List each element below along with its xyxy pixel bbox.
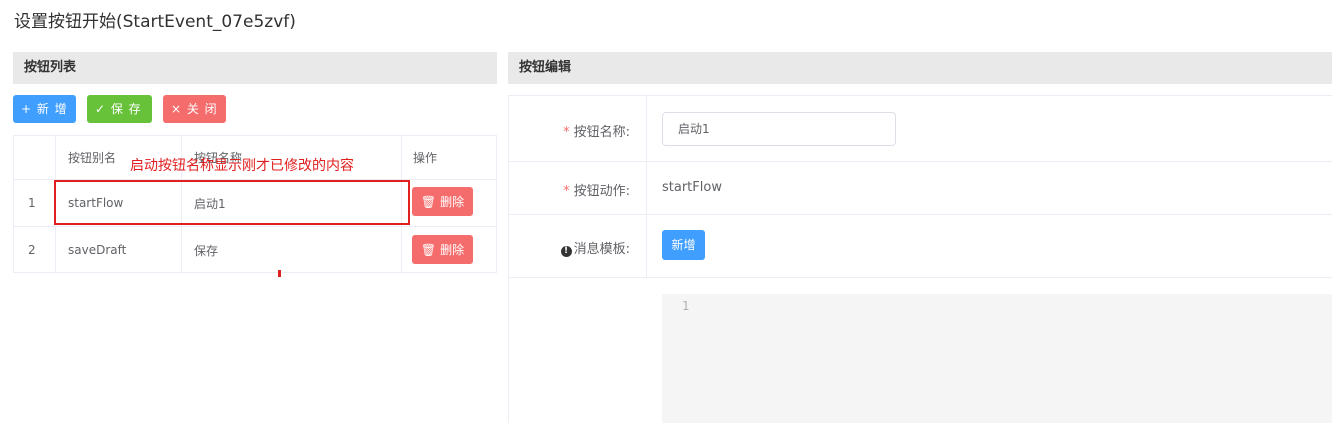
button-name-input[interactable]: 启动1 [662, 112, 896, 146]
button-list-header: 按钮列表 [13, 52, 497, 84]
trash-icon: 🗑 [420, 242, 437, 257]
message-template-label-text: 消息模板: [573, 242, 630, 257]
row-index: 1 [28, 196, 36, 210]
annotation-mark [278, 270, 281, 277]
message-template-label: ! 消息模板: [520, 238, 630, 257]
row-name[interactable]: 保存 [194, 227, 218, 273]
trash-icon: 🗑 [420, 194, 437, 209]
row-alias[interactable]: saveDraft [68, 227, 126, 273]
required-mark: * [563, 184, 570, 199]
panel-divider [508, 95, 509, 423]
button-name-label-text: 按钮名称: [573, 125, 630, 140]
close-button[interactable]: × 关 闭 [163, 95, 226, 123]
column-header-index [14, 136, 55, 179]
template-add-button[interactable]: 新增 [662, 230, 705, 260]
add-button[interactable]: + 新 增 [13, 95, 76, 123]
delete-label: 删除 [440, 195, 465, 209]
delete-label: 删除 [440, 243, 465, 257]
delete-button[interactable]: 🗑 删除 [412, 187, 473, 216]
page-title: 设置按钮开始(StartEvent_07e5zvf) [14, 12, 296, 32]
line-number: 1 [682, 299, 690, 313]
save-button[interactable]: ✓ 保 存 [87, 95, 152, 123]
delete-button[interactable]: 🗑 删除 [412, 235, 473, 264]
row-divider [508, 277, 1332, 278]
button-edit-header: 按钮编辑 [508, 52, 1332, 84]
info-icon: ! [560, 246, 572, 257]
annotation-text: 启动按钮名称显示刚才已修改的内容 [130, 158, 354, 174]
column-header-actions: 操作 [413, 151, 438, 165]
row-divider [508, 214, 1332, 215]
code-editor[interactable]: 1 [662, 294, 1332, 423]
column-header-alias: 按钮别名 [68, 151, 117, 165]
annotation-highlight-box [54, 180, 410, 225]
row-divider [508, 161, 1332, 162]
row-divider [508, 95, 1332, 96]
button-name-label: * 按钮名称: [520, 121, 630, 140]
button-action-label: * 按钮动作: [520, 180, 630, 199]
button-action-value: startFlow [662, 180, 722, 195]
button-action-label-text: 按钮动作: [573, 184, 630, 199]
required-mark: * [563, 125, 570, 140]
label-column-divider [646, 95, 647, 278]
row-index: 2 [28, 243, 36, 257]
